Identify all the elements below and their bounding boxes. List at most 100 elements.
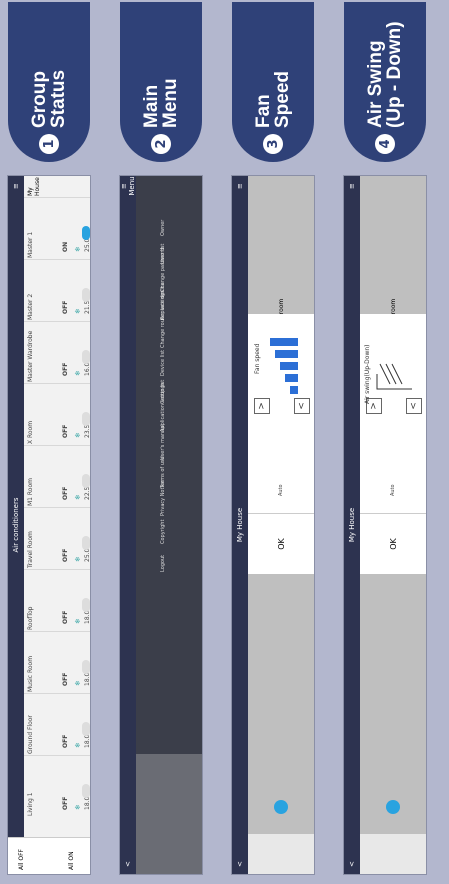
auto-label: Auto: [278, 484, 284, 496]
panel-number: 4: [375, 134, 395, 154]
unit-state: OFF: [62, 362, 69, 376]
unit-row[interactable]: M1 Room OFF ❄ 22.5℃: [24, 445, 90, 508]
back-icon[interactable]: <: [236, 854, 244, 874]
label-line: Group: [29, 71, 50, 128]
chevron-down-icon[interactable]: <: [294, 398, 310, 414]
power-toggle[interactable]: [82, 226, 90, 240]
app-header: < My House ≡: [344, 176, 360, 874]
all-off-button[interactable]: All OFF: [18, 849, 25, 870]
unit-name: M1 Room: [27, 478, 34, 506]
menu-item[interactable]: Copyright: [136, 520, 202, 550]
panel-label: 2 Main Menu: [120, 2, 202, 162]
panel-fan-speed: < My House ≡ Living room OK > < Auto Fan…: [228, 0, 318, 884]
unit-row[interactable]: Living 1 OFF ❄ 18.0℃: [24, 755, 90, 818]
menu-item[interactable]: Change router settings: [136, 290, 202, 354]
label-line: Menu: [160, 78, 181, 128]
menu-item-label: Owner: [160, 219, 166, 236]
air-swing-dialog: OK > < Auto Air swing(Up-Down): [360, 314, 426, 574]
menu-item[interactable]: Device list: [136, 350, 202, 382]
menu-icon[interactable]: ≡: [348, 176, 356, 196]
bottom-nav: [360, 834, 426, 874]
unit-row[interactable]: Master Wardrobe OFF ❄ 16.0℃: [24, 321, 90, 384]
menu-item[interactable]: Change password: [136, 248, 202, 298]
ok-button[interactable]: OK: [360, 513, 426, 574]
unit-state: OFF: [62, 300, 69, 314]
menu-item-label: Logout: [160, 554, 166, 572]
menu-icon[interactable]: ≡: [12, 176, 20, 196]
power-toggle[interactable]: [82, 474, 90, 488]
dimmed-background: [136, 754, 202, 874]
unit-name: Master Wardrobe: [27, 330, 34, 382]
power-toggle[interactable]: [82, 536, 90, 550]
unit-row[interactable]: RoofTop OFF ❄ 18.0℃: [24, 569, 90, 632]
page-title: My House: [236, 507, 244, 543]
unit-state: OFF: [62, 548, 69, 562]
phone-screen: < My House ≡ Living room OK > < Auto Air…: [344, 176, 426, 874]
back-icon[interactable]: <: [124, 854, 132, 874]
power-button[interactable]: [386, 800, 400, 814]
back-icon[interactable]: <: [348, 854, 356, 874]
menu-item[interactable]: Owner: [136, 214, 202, 242]
phone-screen: < Air conditioners ≡ All OFF All ON Mast…: [8, 176, 90, 874]
power-toggle[interactable]: [82, 412, 90, 426]
menu-item[interactable]: User's manual: [136, 424, 202, 466]
page-title: My House: [348, 507, 356, 543]
menu-item[interactable]: Privacy Notice: [136, 480, 202, 522]
power-toggle[interactable]: [82, 288, 90, 302]
dialog-title: Air swing(Up-Down): [364, 344, 371, 404]
chevron-up-icon[interactable]: >: [254, 398, 270, 414]
unit-row[interactable]: X Room OFF ❄ 23.5℃: [24, 383, 90, 446]
fan-level-bar: [270, 338, 298, 346]
auto-label: Auto: [390, 484, 396, 496]
footer-bar: All OFF All ON: [8, 837, 90, 874]
menu-icon[interactable]: ≡: [236, 176, 244, 196]
power-button[interactable]: [274, 800, 288, 814]
mode-icon: ❄: [74, 556, 82, 562]
menu-item[interactable]: Logout: [136, 550, 202, 578]
unit-row[interactable]: Music Room OFF ❄ 18.0℃: [24, 631, 90, 694]
ok-button[interactable]: OK: [248, 513, 314, 574]
power-toggle[interactable]: [82, 722, 90, 736]
section-label: My House: [27, 177, 41, 196]
power-toggle[interactable]: [82, 660, 90, 674]
swing-vane-icon: [376, 363, 412, 390]
menu-item[interactable]: User list: [136, 242, 202, 270]
panel-air-swing: < My House ≡ Living room OK > < Auto Air…: [340, 0, 430, 884]
power-toggle[interactable]: [82, 598, 90, 612]
app-header: < ≡ Menu: [120, 176, 136, 874]
power-toggle[interactable]: [82, 350, 90, 364]
panel-main-menu: < ≡ Menu Owner User list Change password Re…: [116, 0, 206, 884]
menu-drawer: Owner User list Change password Replace dev…: [136, 176, 202, 874]
menu-item[interactable]: Group list: [136, 380, 202, 410]
mode-icon: ❄: [74, 742, 82, 748]
unit-name: Ground Floor: [27, 715, 34, 754]
all-on-button[interactable]: All ON: [68, 851, 75, 870]
menu-item[interactable]: Application settings: [136, 383, 202, 438]
power-toggle[interactable]: [82, 784, 90, 798]
unit-state: OFF: [62, 424, 69, 438]
unit-name: Living 1: [27, 792, 34, 816]
menu-item-label: User's manual: [160, 424, 166, 460]
unit-row[interactable]: Travel Room OFF ❄ 25.0℃: [24, 507, 90, 570]
panel-number: 3: [263, 134, 283, 154]
mode-icon: ❄: [74, 680, 82, 686]
unit-name: RoofTop: [27, 606, 34, 630]
menu-item[interactable]: Replace device: [136, 282, 202, 326]
chevron-down-icon[interactable]: <: [406, 398, 422, 414]
label-line: Fan: [253, 94, 274, 128]
menu-item[interactable]: Terms of use: [136, 456, 202, 494]
unit-row[interactable]: Master 2 OFF ❄ 21.5℃: [24, 259, 90, 322]
mode-icon: ❄: [74, 618, 82, 624]
mode-icon: ❄: [74, 432, 82, 438]
label-line: Speed: [272, 70, 293, 128]
unit-row[interactable]: Ground Floor OFF ❄ 18.0℃: [24, 693, 90, 756]
dialog-title: Fan speed: [254, 343, 261, 374]
unit-name: Master 1: [27, 231, 34, 258]
phone-screen: < My House ≡ Living room OK > < Auto Fan…: [232, 176, 314, 874]
panel-label: 3 Fan Speed: [232, 2, 314, 162]
mode-icon: ❄: [74, 804, 82, 810]
fan-level-bar: [280, 362, 298, 370]
unit-row[interactable]: Master 1 ON ❄ 25.0℃: [24, 197, 90, 260]
mode-icon: ❄: [74, 494, 82, 500]
panel-number: 1: [39, 134, 59, 154]
